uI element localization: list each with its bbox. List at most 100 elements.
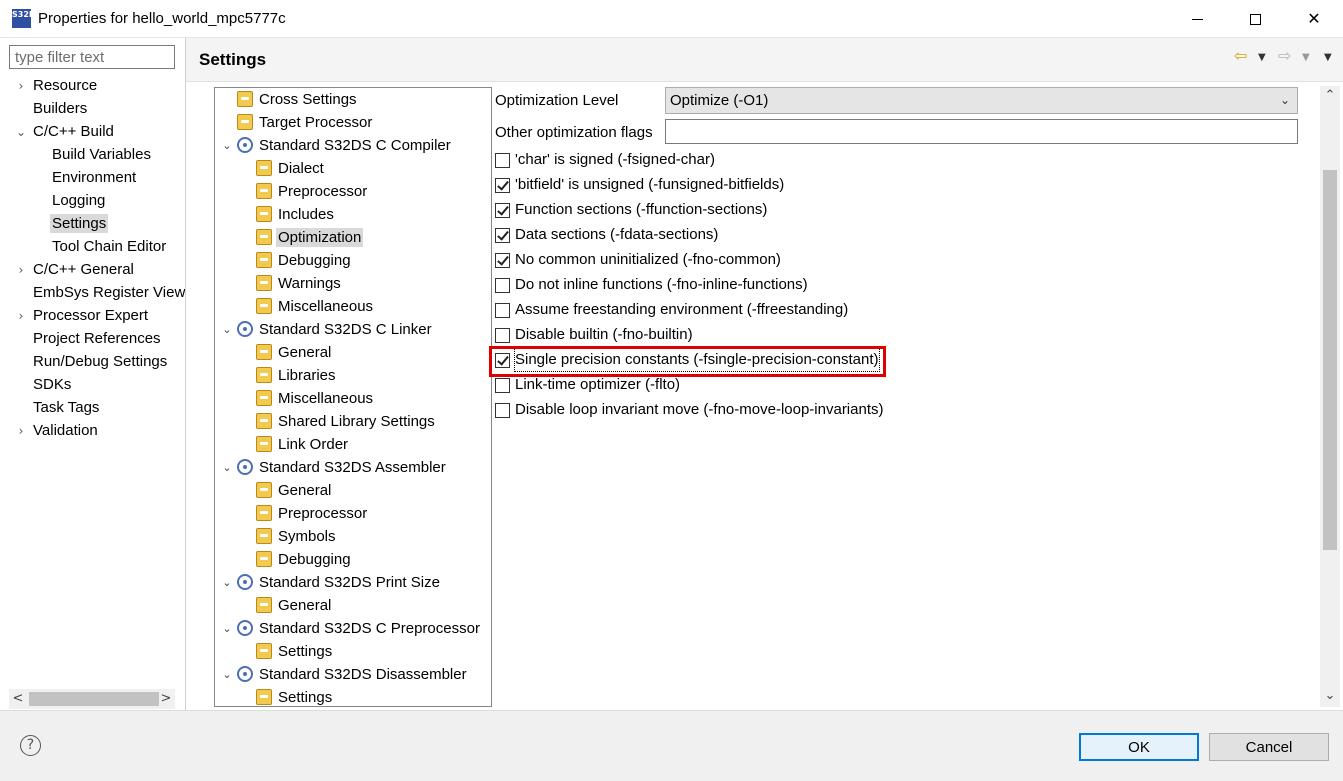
cancel-button[interactable]: Cancel (1209, 733, 1329, 761)
pane-divider[interactable] (185, 38, 186, 710)
tree-item-standard-s32ds-print-size[interactable]: ⌄ Standard S32DS Print Size (222, 572, 442, 594)
nav-item-run-debug-settings[interactable]: Run/Debug Settings (31, 351, 169, 373)
expand-chevron-icon[interactable]: › (15, 75, 27, 97)
maximize-button[interactable] (1226, 0, 1284, 38)
ok-button[interactable]: OK (1079, 733, 1199, 761)
scroll-down-icon[interactable]: ⌄ (1320, 686, 1340, 706)
tree-item-includes[interactable]: Includes (256, 204, 336, 226)
checkbox[interactable] (495, 252, 510, 268)
tree-item-libraries[interactable]: Libraries (256, 365, 338, 387)
checkbox[interactable] (495, 177, 510, 193)
tree-item-shared-library-settings[interactable]: Shared Library Settings (256, 411, 437, 433)
tree-item-settings[interactable]: Settings (256, 687, 334, 706)
tree-item-debugging[interactable]: Debugging (256, 250, 353, 272)
scroll-right-icon[interactable]: > (157, 689, 175, 709)
nav-item-resource[interactable]: › Resource (19, 75, 99, 97)
checkbox[interactable] (495, 327, 510, 343)
option-label: Disable loop invariant move (-fno-move-l… (515, 401, 884, 418)
nav-horizontal-scrollbar[interactable]: < > (9, 689, 175, 709)
nav-item-builders[interactable]: Builders (31, 98, 89, 120)
tree-item-standard-s32ds-assembler[interactable]: ⌄ Standard S32DS Assembler (222, 457, 448, 479)
collapse-chevron-icon[interactable]: ⌄ (221, 618, 233, 640)
tree-item-optimization[interactable]: Optimization (256, 227, 364, 249)
tree-item-general[interactable]: General (256, 595, 333, 617)
tool-settings-tree: Cross Settings Target Processor ⌄ Standard … (214, 87, 492, 707)
checkbox[interactable] (495, 227, 510, 243)
nav-item-environment[interactable]: Environment (50, 167, 138, 189)
nav-item-tool-chain-editor[interactable]: Tool Chain Editor (50, 236, 168, 258)
scroll-up-icon[interactable]: ⌃ (1320, 86, 1340, 106)
expand-chevron-icon[interactable]: › (15, 305, 27, 327)
checkbox[interactable] (495, 202, 510, 218)
tree-item-target-processor[interactable]: Target Processor (237, 112, 374, 134)
nav-item-logging[interactable]: Logging (50, 190, 107, 212)
nav-item-validation[interactable]: › Validation (19, 420, 100, 442)
option-char-is-signed-fsigned-char[interactable]: 'char' is signed (-fsigned-char) (495, 149, 715, 171)
collapse-chevron-icon[interactable]: ⌄ (221, 319, 233, 341)
nav-item-task-tags[interactable]: Task Tags (31, 397, 101, 419)
settings-vertical-scrollbar[interactable]: ⌃ ⌄ (1320, 86, 1340, 707)
back-menu-icon[interactable]: ▼ (1258, 48, 1266, 68)
tree-item-cross-settings[interactable]: Cross Settings (237, 89, 359, 111)
checkbox[interactable] (495, 152, 510, 168)
tree-item-standard-s32ds-c-preprocessor[interactable]: ⌄ Standard S32DS C Preprocessor (222, 618, 482, 640)
tree-item-symbols[interactable]: Symbols (256, 526, 338, 548)
nav-item-project-references[interactable]: Project References (31, 328, 163, 350)
tree-item-miscellaneous[interactable]: Miscellaneous (256, 296, 375, 318)
help-icon[interactable]: ? (20, 735, 41, 756)
nav-item-settings[interactable]: Settings (50, 213, 109, 235)
expand-chevron-icon[interactable]: › (15, 259, 27, 281)
option-link-time-optimizer-flto[interactable]: Link-time optimizer (-flto) (495, 374, 680, 396)
checkbox[interactable] (495, 277, 510, 293)
back-arrow-icon[interactable]: ⇦ (1234, 46, 1247, 66)
option-data-sections-fdata-sections[interactable]: Data sections (-fdata-sections) (495, 224, 718, 246)
expand-chevron-icon[interactable]: › (15, 420, 27, 442)
tree-item-debugging[interactable]: Debugging (256, 549, 353, 571)
collapse-chevron-icon[interactable]: ⌄ (221, 457, 233, 479)
nav-item-embsys-register-view[interactable]: EmbSys Register View (31, 282, 185, 304)
scroll-thumb[interactable] (1323, 170, 1337, 550)
tree-item-standard-s32ds-c-linker[interactable]: ⌄ Standard S32DS C Linker (222, 319, 434, 341)
nav-item-build-variables[interactable]: Build Variables (50, 144, 153, 166)
collapse-chevron-icon[interactable]: ⌄ (221, 664, 233, 686)
option-do-not-inline-functions-fno-inline-funct[interactable]: Do not inline functions (-fno-inline-fun… (495, 274, 808, 296)
collapse-chevron-icon[interactable]: ⌄ (221, 135, 233, 157)
checkbox[interactable] (495, 302, 510, 318)
scroll-left-icon[interactable]: < (9, 689, 27, 709)
view-menu-icon[interactable]: ▼ (1324, 48, 1332, 68)
checkbox[interactable] (495, 377, 510, 393)
option-assume-freestanding-environment-ffreesta[interactable]: Assume freestanding environment (-ffrees… (495, 299, 848, 321)
minimize-button[interactable] (1168, 0, 1226, 38)
filter-input[interactable] (9, 45, 175, 69)
scroll-thumb[interactable] (29, 692, 159, 706)
forward-menu-icon[interactable]: ▼ (1302, 48, 1310, 68)
nav-item-c-c-build[interactable]: ⌄ C/C++ Build (16, 121, 116, 143)
nav-item-sdks[interactable]: SDKs (31, 374, 73, 396)
tree-item-standard-s32ds-c-compiler[interactable]: ⌄ Standard S32DS C Compiler (222, 135, 453, 157)
collapse-chevron-icon[interactable]: ⌄ (15, 121, 27, 143)
tree-item-warnings[interactable]: Warnings (256, 273, 343, 295)
collapse-chevron-icon[interactable]: ⌄ (221, 572, 233, 594)
nav-item-processor-expert[interactable]: › Processor Expert (19, 305, 150, 327)
tree-item-dialect[interactable]: Dialect (256, 158, 326, 180)
option-disable-loop-invariant-move-fno-move-loo[interactable]: Disable loop invariant move (-fno-move-l… (495, 399, 884, 421)
option-no-common-uninitialized-fno-common[interactable]: No common uninitialized (-fno-common) (495, 249, 781, 271)
forward-arrow-icon[interactable]: ⇨ (1278, 46, 1291, 66)
tree-item-preprocessor[interactable]: Preprocessor (256, 181, 369, 203)
option-disable-builtin-fno-builtin[interactable]: Disable builtin (-fno-builtin) (495, 324, 693, 346)
tree-item-general[interactable]: General (256, 480, 333, 502)
optimization-level-select[interactable]: Optimize (-O1) ⌄ (665, 87, 1298, 114)
checkbox[interactable] (495, 402, 510, 418)
tree-item-preprocessor[interactable]: Preprocessor (256, 503, 369, 525)
close-button[interactable]: ✕ (1285, 0, 1343, 38)
other-optimization-flags-input[interactable] (665, 119, 1298, 144)
nav-item-label: C/C++ Build (33, 123, 114, 140)
tree-item-general[interactable]: General (256, 342, 333, 364)
option-bitfield-is-unsigned-funsigned-bitfields[interactable]: 'bitfield' is unsigned (-funsigned-bitfi… (495, 174, 784, 196)
tree-item-standard-s32ds-disassembler[interactable]: ⌄ Standard S32DS Disassembler (222, 664, 469, 686)
option-function-sections-ffunction-sections[interactable]: Function sections (-ffunction-sections) (495, 199, 767, 221)
tree-item-settings[interactable]: Settings (256, 641, 334, 663)
nav-item-c-c-general[interactable]: › C/C++ General (19, 259, 136, 281)
tree-item-link-order[interactable]: Link Order (256, 434, 350, 456)
tree-item-miscellaneous[interactable]: Miscellaneous (256, 388, 375, 410)
